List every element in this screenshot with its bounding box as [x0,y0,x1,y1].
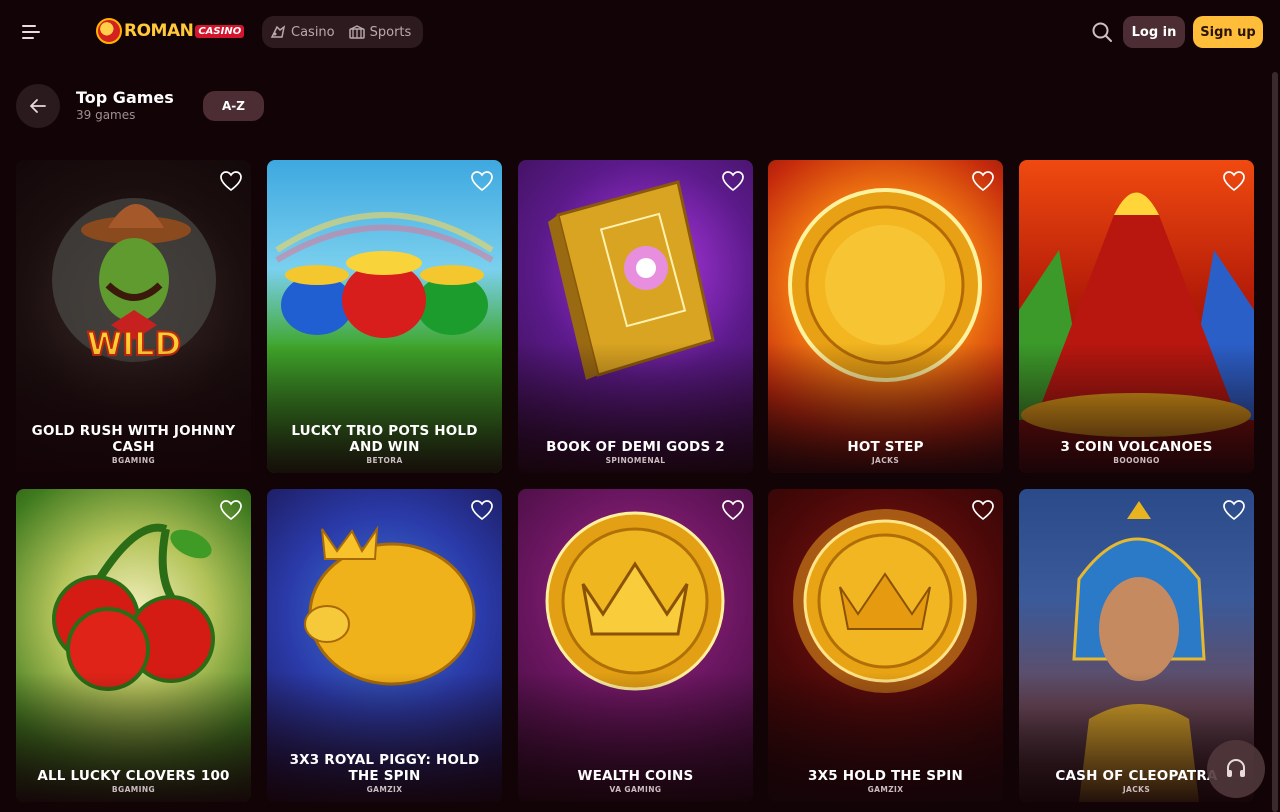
roman-casino-logo[interactable]: ROMAN CASINO [96,17,245,45]
game-title: HOT STEP [847,439,924,455]
favorite-heart-icon[interactable] [470,499,494,521]
nav-casino-label: Casino [291,24,335,40]
game-provider: BGAMING [111,456,156,465]
game-card-book-of-demi-gods[interactable]: BOOK OF DEMI GODS 2 SPINOMENAL [518,160,753,473]
game-title: WEALTH COINS [577,768,694,784]
favorite-heart-icon[interactable] [721,170,745,192]
game-title: BOOK OF DEMI GODS 2 [546,439,725,455]
favorite-heart-icon[interactable] [721,499,745,521]
page-title: Top Games [76,88,174,107]
game-provider: BGAMING [111,785,156,794]
game-card-wealth-coins[interactable]: WEALTH COINS VA GAMING [518,489,753,802]
game-provider: JACKS [871,456,900,465]
signup-button[interactable]: Sign up [1193,16,1263,48]
casino-icon [270,25,286,38]
hamburger-menu-icon[interactable] [22,22,42,42]
logo-subtext: CASINO [195,24,245,38]
favorite-heart-icon[interactable] [971,499,995,521]
favorite-heart-icon[interactable] [219,170,243,192]
game-title: GOLD RUSH WITH JOHNNY CASH [31,423,236,455]
nav-sports[interactable]: Sports [348,24,412,40]
sort-az-button[interactable]: A-Z [203,91,264,121]
game-title: ALL LUCKY CLOVERS 100 [37,768,230,784]
sports-icon [348,25,365,39]
favorite-heart-icon[interactable] [470,170,494,192]
game-provider: BETORA [366,456,403,465]
game-provider: BOOONGO [1113,456,1160,465]
games-count: 39 games [76,108,136,122]
game-title: LUCKY TRIO POTS HOLD AND WIN [291,423,478,455]
favorite-heart-icon[interactable] [1222,170,1246,192]
search-icon[interactable] [1091,21,1113,43]
scrollbar-thumb[interactable] [1272,72,1278,812]
nav-sports-label: Sports [369,24,412,40]
favorite-heart-icon[interactable] [971,170,995,192]
game-provider: SPINOMENAL [605,456,666,465]
game-title: 3 COIN VOLCANOES [1060,439,1213,455]
support-chat-button[interactable] [1207,740,1265,798]
game-provider: GAMZIX [366,785,403,794]
page-scrollbar[interactable] [1270,66,1278,812]
top-header: ROMAN CASINO Casino Sports Log in Sign u… [0,0,1280,64]
headset-icon [1227,759,1245,777]
game-card-3x5-hold-the-spin[interactable]: 3X5 HOLD THE SPIN GAMZIX [768,489,1003,802]
game-provider: VA GAMING [609,785,662,794]
nav-casino[interactable]: Casino [270,25,335,40]
game-card-hot-step[interactable]: HOT STEP JACKS [768,160,1003,473]
game-card-gold-rush[interactable]: WILD GOLD RUSH WITH JOHNNY CASH BGAMING [16,160,251,473]
favorite-heart-icon[interactable] [1222,499,1246,521]
game-card-royal-piggy[interactable]: 3X3 ROYAL PIGGY: HOLD THE SPIN GAMZIX [267,489,502,802]
favorite-heart-icon[interactable] [219,499,243,521]
main-nav: Casino Sports [262,16,423,48]
game-card-all-lucky-clovers[interactable]: ALL LUCKY CLOVERS 100 BGAMING [16,489,251,802]
arrow-left-icon [30,99,46,113]
game-card-lucky-trio-pots[interactable]: LUCKY TRIO POTS HOLD AND WIN BETORA [267,160,502,473]
game-title: 3X3 ROYAL PIGGY: HOLD THE SPIN [289,752,480,784]
login-button[interactable]: Log in [1123,16,1185,48]
game-card-3-coin-volcanoes[interactable]: 3 COIN VOLCANOES BOOONGO [1019,160,1254,473]
logo-emblem-icon [96,18,122,44]
logo-text: ROMAN [124,21,194,41]
game-title: 3X5 HOLD THE SPIN [808,768,963,784]
back-button[interactable] [16,84,60,128]
game-provider: GAMZIX [867,785,904,794]
